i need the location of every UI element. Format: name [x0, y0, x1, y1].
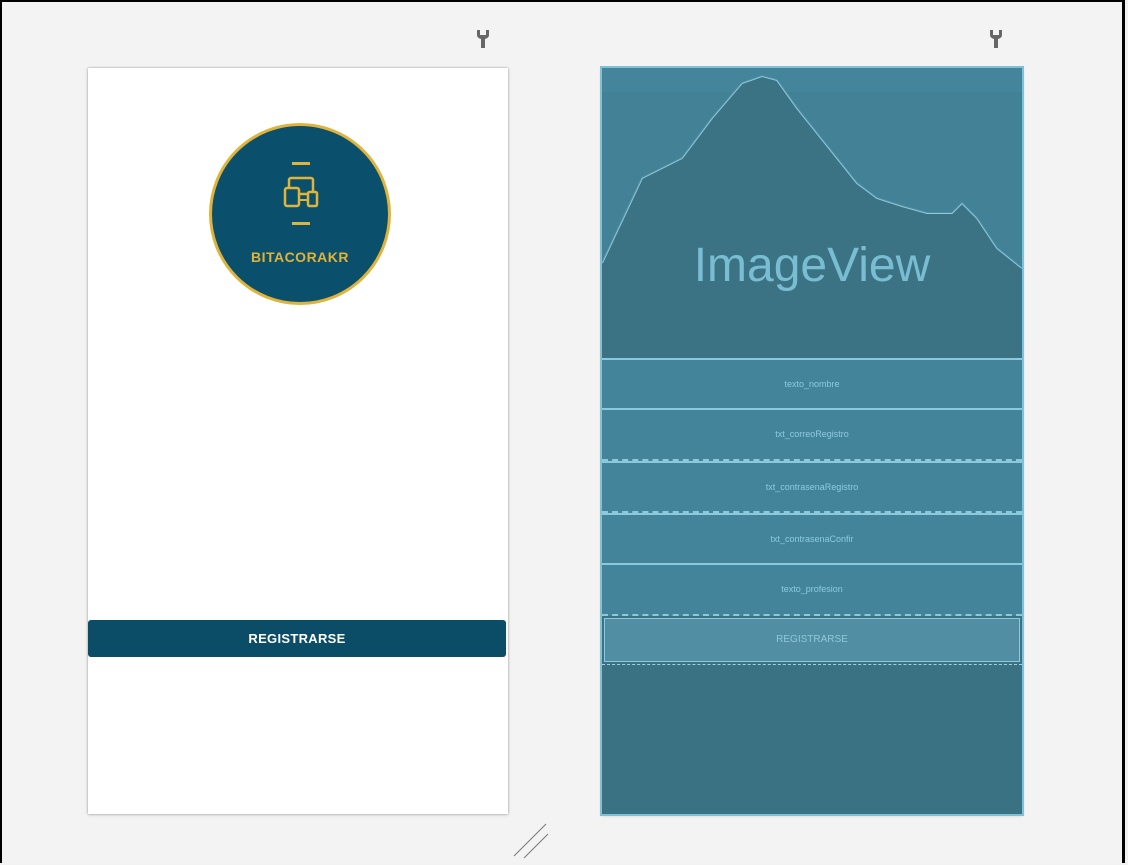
logo-line-bottom [292, 222, 310, 225]
imageview-placeholder[interactable]: ImageView [602, 68, 1022, 358]
field-texto-profesion[interactable]: texto_profesion [602, 563, 1022, 616]
layout-editor-canvas: BITACORAKR REGISTRARSE ImageView texto_n… [0, 0, 1125, 863]
logo-text: BITACORAKR [250, 249, 350, 265]
design-preview: BITACORAKR REGISTRARSE [88, 68, 508, 814]
field-txt-contrasena-confir[interactable]: txt_contrasenaConfir [602, 513, 1022, 563]
resize-handle-icon[interactable] [512, 820, 552, 860]
wrench-icon[interactable] [475, 29, 491, 49]
app-logo: BITACORAKR [209, 123, 391, 305]
wrench-icon[interactable] [988, 29, 1004, 49]
field-texto-nombre[interactable]: texto_nombre [602, 358, 1022, 408]
blueprint-register-button[interactable]: REGISTRARSE [604, 618, 1020, 662]
field-txt-contrasena-registro[interactable]: txt_contrasenaRegistro [602, 461, 1022, 513]
field-txt-correo-registro[interactable]: txt_correoRegistro [602, 408, 1022, 461]
devices-icon [283, 176, 319, 208]
logo-line-top [292, 162, 310, 165]
register-button[interactable]: REGISTRARSE [88, 620, 506, 657]
imageview-label: ImageView [693, 239, 931, 292]
blueprint-divider [602, 664, 1022, 665]
mountain-icon [602, 68, 1022, 358]
blueprint-preview: ImageView texto_nombre txt_correoRegistr… [602, 68, 1022, 814]
